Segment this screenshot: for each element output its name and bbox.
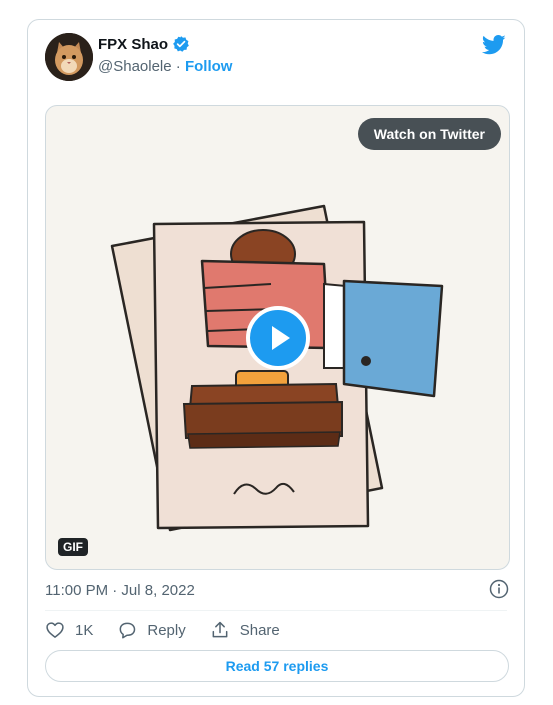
verified-badge-icon — [172, 35, 190, 53]
watch-on-twitter-button[interactable]: Watch on Twitter — [357, 118, 501, 150]
heart-icon — [46, 622, 64, 638]
follow-link[interactable]: Follow — [185, 58, 233, 75]
read-replies-button[interactable]: Read 57 replies — [45, 650, 509, 682]
author-row: FPX Shao — [98, 35, 190, 53]
info-icon[interactable] — [489, 579, 509, 604]
avatar[interactable] — [45, 33, 93, 81]
action-bar: 1K Reply Share — [45, 620, 304, 640]
reply-icon — [119, 622, 136, 639]
gif-media[interactable]: Watch on Twitter GIF — [45, 105, 510, 570]
twitter-bird-icon[interactable] — [481, 34, 506, 61]
like-button[interactable]: 1K — [45, 620, 93, 640]
like-count: 1K — [75, 621, 94, 639]
author-handle[interactable]: @Shaolele — [98, 58, 172, 75]
gif-badge: GIF — [58, 538, 88, 556]
reply-button[interactable]: Reply — [117, 620, 186, 640]
play-icon — [272, 326, 290, 350]
divider — [45, 610, 507, 611]
share-label: Share — [239, 621, 280, 639]
tweet-timestamp[interactable]: 11:00 PM · Jul 8, 2022 — [45, 582, 195, 599]
tweet-card: FPX Shao @Shaolele · Follow Watch on Twi… — [27, 19, 525, 697]
handle-row: @Shaolele · Follow — [98, 58, 232, 75]
share-button[interactable]: Share — [210, 620, 280, 640]
reply-label: Reply — [147, 621, 186, 639]
play-button[interactable] — [246, 306, 310, 370]
share-icon — [212, 621, 228, 638]
author-name[interactable]: FPX Shao — [98, 36, 168, 53]
separator: · — [175, 58, 181, 75]
